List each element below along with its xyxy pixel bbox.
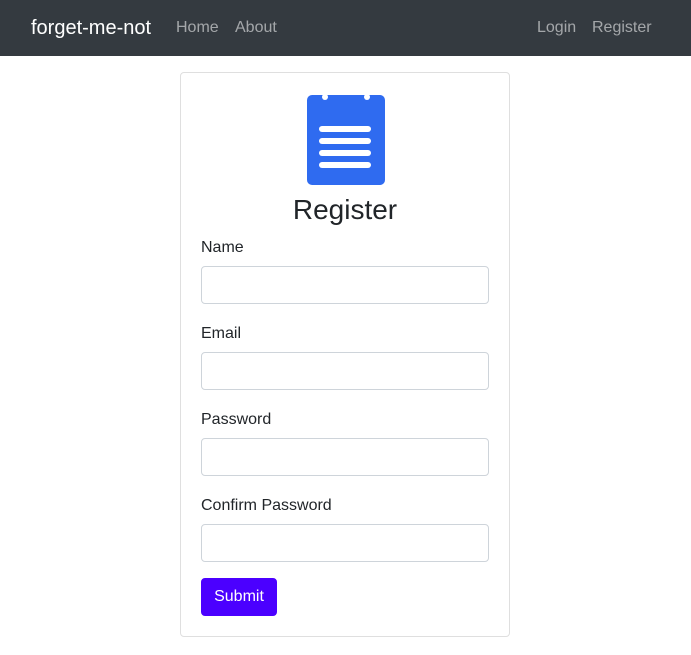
confirm-password-input[interactable] xyxy=(201,524,489,562)
nav-home-link[interactable]: Home xyxy=(176,18,219,38)
register-card: Register Name Email Password Confirm Pas… xyxy=(180,72,510,637)
nav-about-link[interactable]: About xyxy=(235,18,277,38)
clipboard-icon xyxy=(306,94,386,187)
email-input[interactable] xyxy=(201,352,489,390)
password-input[interactable] xyxy=(201,438,489,476)
name-input[interactable] xyxy=(201,266,489,304)
nav-register-link[interactable]: Register xyxy=(592,18,652,38)
password-label: Password xyxy=(201,411,272,428)
email-label: Email xyxy=(201,325,242,342)
brand-link[interactable]: forget-me-not xyxy=(31,15,151,41)
nav-login-link[interactable]: Login xyxy=(537,18,576,38)
navbar: forget-me-not Home About Login Register xyxy=(0,0,691,56)
confirm-password-label: Confirm Password xyxy=(201,497,332,514)
page-title: Register xyxy=(292,194,398,225)
name-label: Name xyxy=(201,239,244,256)
submit-button[interactable]: Submit xyxy=(201,578,277,616)
